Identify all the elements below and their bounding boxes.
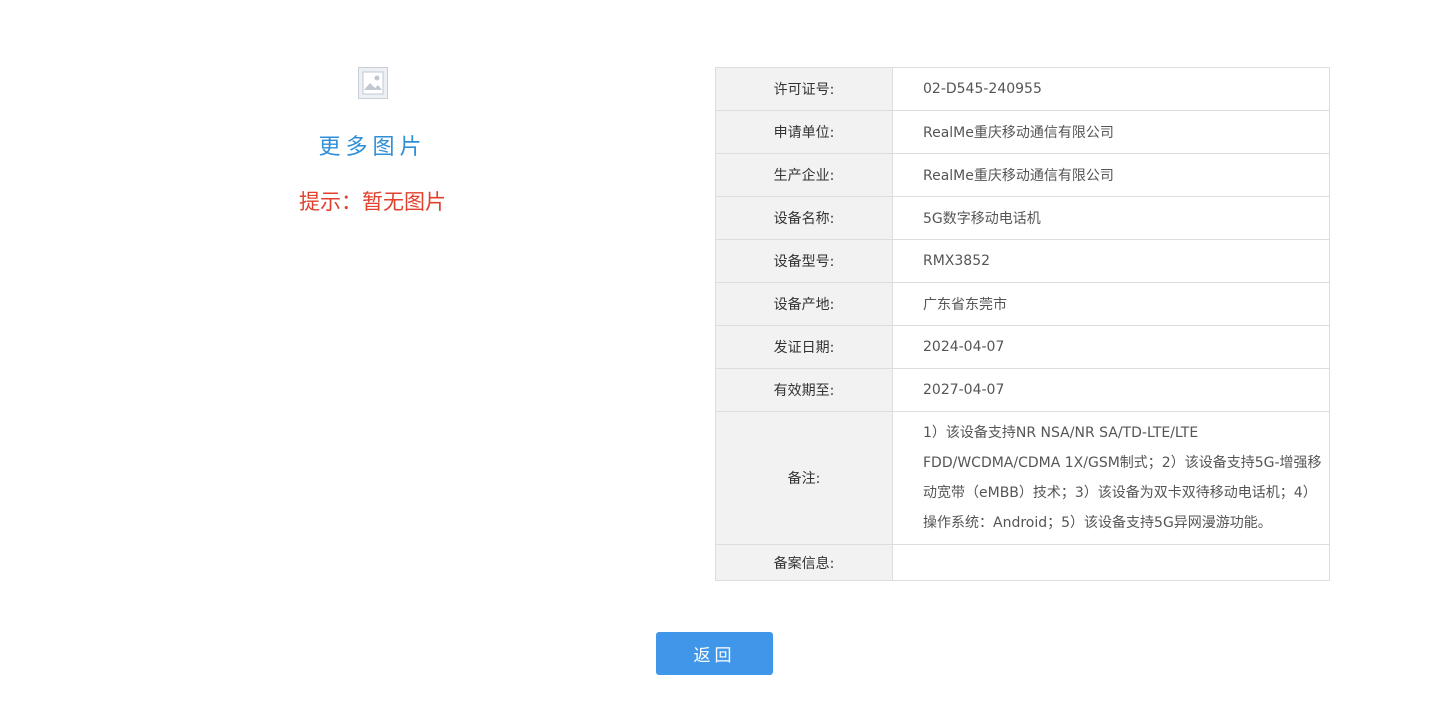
row-value [892,544,1330,581]
row-label: 设备名称: [715,196,893,240]
row-value: 广东省东莞市 [892,282,1330,326]
more-images-link[interactable]: 更多图片 [220,133,525,163]
row-label: 有效期至: [715,368,893,412]
image-placeholder-icon [357,67,388,99]
row-label: 设备产地: [715,282,893,326]
table-row: 有效期至: 2027-04-07 [715,368,1330,412]
table-row: 发证日期: 2024-04-07 [715,325,1330,369]
remark-value: 1）该设备支持NR NSA/NR SA/TD-LTE/LTE FDD/WCDMA… [892,411,1330,545]
table-row: 设备产地: 广东省东莞市 [715,282,1330,326]
no-image-tip: 提示：暂无图片 [299,190,446,214]
row-value: 2024-04-07 [892,325,1330,369]
row-label: 备注: [715,411,893,545]
row-label: 发证日期: [715,325,893,369]
row-value: 2027-04-07 [892,368,1330,412]
table-row: 备案信息: [715,544,1330,581]
table-row: 设备名称: 5G数字移动电话机 [715,196,1330,240]
table-row: 许可证号: 02-D545-240955 [715,67,1330,111]
row-label: 生产企业: [715,153,893,197]
row-label: 设备型号: [715,239,893,283]
row-value: RealMe重庆移动通信有限公司 [892,153,1330,197]
row-value: RealMe重庆移动通信有限公司 [892,110,1330,154]
table-row: 备注: 1）该设备支持NR NSA/NR SA/TD-LTE/LTE FDD/W… [715,411,1330,545]
table-row: 申请单位: RealMe重庆移动通信有限公司 [715,110,1330,154]
license-info-table: 许可证号: 02-D545-240955 申请单位: RealMe重庆移动通信有… [715,67,1330,581]
table-row: 设备型号: RMX3852 [715,239,1330,283]
row-label: 申请单位: [715,110,893,154]
row-label: 许可证号: [715,67,893,111]
table-row: 生产企业: RealMe重庆移动通信有限公司 [715,153,1330,197]
row-label: 备案信息: [715,544,893,581]
row-value: 5G数字移动电话机 [892,196,1330,240]
row-value: 02-D545-240955 [892,67,1330,111]
image-panel: 更多图片 提示：暂无图片 [220,67,525,217]
back-button[interactable]: 返回 [656,632,773,675]
row-value: RMX3852 [892,239,1330,283]
